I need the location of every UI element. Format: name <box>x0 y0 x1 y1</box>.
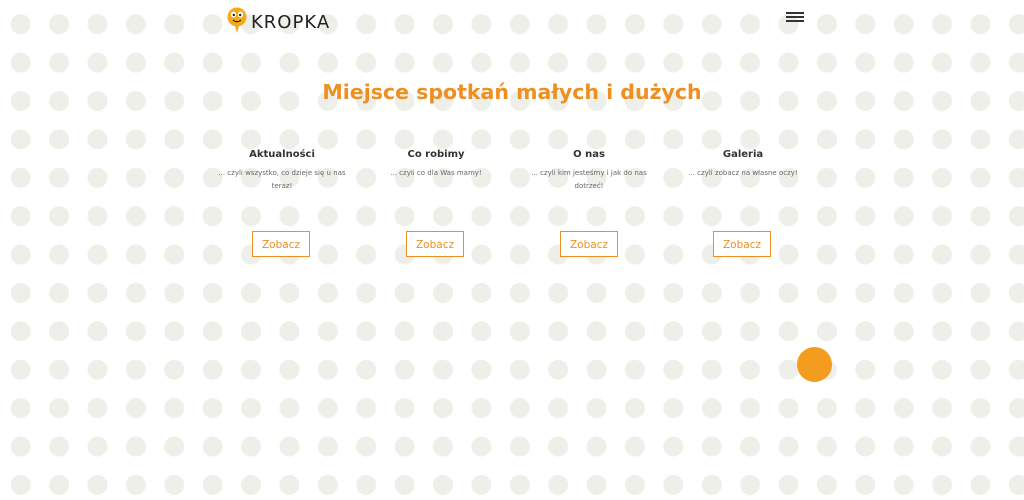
card-title: Galeria <box>722 149 764 160</box>
section-cards: Aktualności ... czyli wszystko, co dziej… <box>0 148 1024 268</box>
card-news: Aktualności ... czyli wszystko, co dziej… <box>217 148 347 197</box>
see-news-button[interactable]: Zobacz <box>252 231 310 257</box>
card-title: O nas <box>573 149 605 160</box>
see-what-we-do-button[interactable]: Zobacz <box>406 231 464 257</box>
logo-link[interactable]: KROPKA <box>226 6 330 34</box>
see-about-us-button[interactable]: Zobacz <box>560 231 618 257</box>
floating-dot-button[interactable] <box>797 347 832 382</box>
site-header: KROPKA <box>0 0 1024 42</box>
card-title: Aktualności <box>249 149 315 160</box>
smiling-drop-icon <box>227 7 247 33</box>
card-title: Co robimy <box>407 149 465 160</box>
hamburger-menu-icon[interactable] <box>786 12 804 26</box>
see-gallery-button[interactable]: Zobacz <box>713 231 771 257</box>
card-description: ... czyli co dla Was mamy! <box>390 169 482 177</box>
card-description: ... czyli kim jesteśmy i jak do nas dotr… <box>531 169 647 190</box>
card-what-we-do: Co robimy ... czyli co dla Was mamy! <box>371 148 501 197</box>
page-title: Miejsce spotkań małych i dużych <box>322 80 702 104</box>
card-about-us: O nas ... czyli kim jesteśmy i jak do na… <box>524 148 654 197</box>
card-description: ... czyli wszystko, co dzieje się u nas … <box>218 169 346 190</box>
card-description: ... czyli zobacz na własne oczy! <box>688 169 798 177</box>
card-gallery: Galeria ... czyli zobacz na własne oczy! <box>678 148 808 197</box>
brand-name: KROPKA <box>251 11 331 33</box>
